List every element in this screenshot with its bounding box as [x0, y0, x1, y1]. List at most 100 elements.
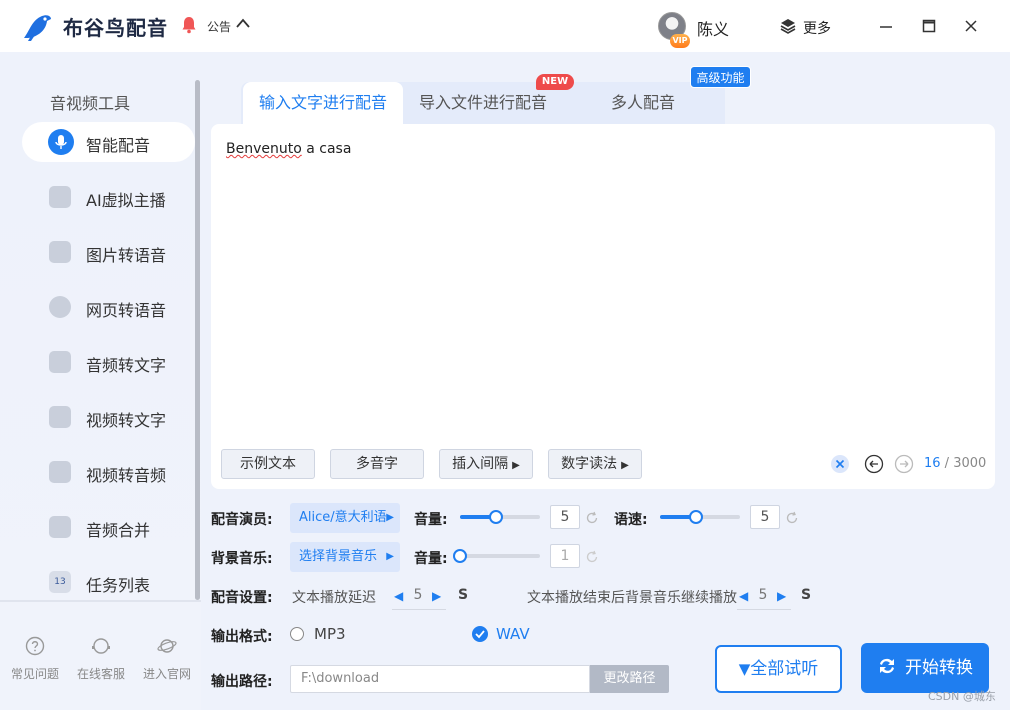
convert-icon	[880, 658, 894, 674]
vip-badge: VIP	[670, 34, 690, 48]
sidebar-divider	[0, 600, 201, 602]
editor-text[interactable]: Benvenuto a casa	[226, 141, 351, 157]
number-reading-button[interactable]: 数字读法 ▶	[548, 449, 642, 479]
change-path-button[interactable]: 更改路径	[590, 665, 669, 693]
output-path-input[interactable]: F:\download	[290, 665, 590, 693]
increase-delay-icon[interactable]: ▶	[432, 589, 441, 603]
globe-icon	[49, 296, 71, 318]
continue-underline	[737, 609, 791, 610]
microphone-icon	[48, 129, 74, 155]
number-reading-label: 数字读法	[561, 456, 618, 472]
preview-all-label: 全部试听	[750, 659, 819, 679]
increase-continue-icon[interactable]: ▶	[777, 589, 786, 603]
clear-text-icon[interactable]	[830, 454, 850, 474]
delay-label: 文本播放延迟	[292, 590, 376, 606]
sidebar-item-web-to-speech[interactable]: 网页转语音	[22, 287, 195, 327]
insert-pause-button[interactable]: 插入间隔 ▶	[439, 449, 533, 479]
question-icon	[25, 636, 45, 656]
official-site-link[interactable]: 进入官网	[134, 636, 200, 682]
config-label: 配音设置:	[211, 590, 273, 606]
sidebar-item-smart-dubbing[interactable]: 智能配音	[22, 122, 195, 162]
sample-text-label: 示例文本	[240, 456, 296, 472]
task-list-icon: 13	[49, 571, 71, 593]
bgm-volume-slider-handle[interactable]	[453, 549, 467, 563]
polyphone-label: 多音字	[356, 456, 398, 472]
speed-value-box[interactable]: 5	[750, 505, 780, 529]
decrease-delay-icon[interactable]: ◀	[394, 589, 403, 603]
notice-label[interactable]: 公告	[207, 18, 231, 35]
bgm-volume-slider[interactable]	[460, 554, 540, 558]
sidebar-item-audio-merge[interactable]: 音频合并	[22, 507, 195, 547]
radio-wav[interactable]	[472, 626, 488, 642]
video-audio-icon	[49, 461, 71, 483]
more-menu[interactable]: 更多	[803, 18, 831, 38]
close-icon[interactable]	[963, 18, 979, 34]
sidebar-item-image-to-speech[interactable]: 图片转语音	[22, 232, 195, 272]
watermark: CSDN @城东	[928, 690, 996, 703]
app-title: 布谷鸟配音	[63, 16, 168, 40]
layers-icon[interactable]	[780, 18, 796, 34]
reset-icon[interactable]	[785, 511, 799, 525]
delay-unit: S	[458, 587, 469, 603]
sidebar-scrollbar[interactable]	[195, 80, 200, 600]
decrease-continue-icon[interactable]: ◀	[739, 589, 748, 603]
maximize-icon[interactable]	[921, 18, 937, 34]
speed-slider-handle[interactable]	[689, 510, 703, 524]
official-site-label: 进入官网	[142, 667, 191, 681]
faq-label: 常见问题	[10, 667, 59, 681]
polyphone-button[interactable]: 多音字	[330, 449, 424, 479]
video-text-icon	[49, 406, 71, 428]
minimize-icon[interactable]	[878, 18, 894, 34]
char-count-max: / 3000	[940, 456, 987, 471]
user-name[interactable]: 陈义	[697, 16, 729, 40]
check-icon	[475, 630, 485, 639]
volume-value-box[interactable]: 5	[550, 505, 580, 529]
bgm-select[interactable]: 选择背景音乐 ▶	[290, 542, 400, 572]
char-count-current: 16	[924, 456, 941, 471]
online-support-label: 在线客服	[76, 667, 125, 681]
support-icon	[92, 638, 110, 654]
sidebar-item-label: 任务列表	[86, 576, 151, 595]
editor-text-rest: a casa	[301, 141, 352, 157]
continue-value[interactable]: 5	[754, 587, 772, 603]
new-badge: NEW	[536, 74, 574, 90]
wav-label[interactable]: WAV	[496, 625, 530, 643]
sidebar-item-video-to-audio[interactable]: 视频转音频	[22, 452, 195, 492]
start-convert-button[interactable]: 开始转换	[861, 643, 989, 693]
sidebar-heading: 音视频工具	[50, 94, 131, 113]
bell-icon[interactable]	[181, 16, 197, 34]
radio-mp3[interactable]	[290, 627, 304, 641]
text-editor[interactable]	[211, 124, 995, 489]
sidebar-item-video-to-text[interactable]: 视频转文字	[22, 397, 195, 437]
sidebar: 音视频工具 智能配音 AI虚拟主播 图片转语音 网页转语音 音频转文字 视频转文…	[0, 52, 201, 710]
reset-icon[interactable]	[585, 511, 599, 525]
sidebar-item-task-list[interactable]: 13 任务列表	[22, 562, 195, 602]
insert-pause-label: 插入间隔	[452, 456, 509, 472]
volume-slider-handle[interactable]	[489, 510, 503, 524]
triangle-right-icon: ▶	[386, 512, 394, 523]
sidebar-item-label: 视频转文字	[86, 411, 167, 430]
chevron-up-icon[interactable]	[235, 17, 251, 29]
sidebar-item-label: AI虚拟主播	[86, 191, 166, 210]
bgm-label: 背景音乐:	[211, 551, 273, 567]
sidebar-item-ai-presenter[interactable]: AI虚拟主播	[22, 177, 195, 217]
preview-all-button[interactable]: ▼全部试听	[715, 645, 842, 693]
bgm-volume-value-box[interactable]: 1	[550, 544, 580, 568]
voice-select-value: Alice/意大利语	[299, 510, 387, 525]
undo-icon[interactable]	[864, 454, 884, 474]
voice-select[interactable]: Alice/意大利语 ▶	[290, 503, 400, 533]
online-support-link[interactable]: 在线客服	[68, 636, 134, 682]
start-convert-label: 开始转换	[905, 658, 973, 678]
reset-icon[interactable]	[585, 550, 599, 564]
redo-icon[interactable]	[894, 454, 914, 474]
char-counter: 16 / 3000	[924, 456, 986, 471]
delay-value[interactable]: 5	[409, 587, 427, 603]
sample-text-button[interactable]: 示例文本	[221, 449, 315, 479]
tab-text-dubbing[interactable]: 输入文字进行配音	[243, 82, 403, 124]
continue-unit: S	[801, 587, 812, 603]
sidebar-item-label: 图片转语音	[86, 246, 167, 265]
sidebar-item-audio-to-text[interactable]: 音频转文字	[22, 342, 195, 382]
faq-link[interactable]: 常见问题	[2, 636, 68, 682]
mp3-label[interactable]: MP3	[314, 625, 346, 643]
voice-label: 配音演员:	[211, 512, 273, 528]
